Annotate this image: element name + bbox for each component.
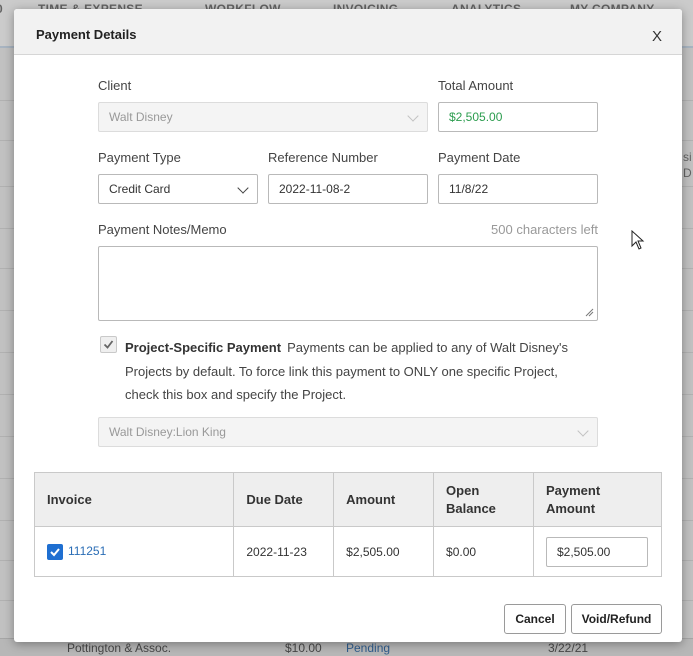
due-date-cell: 2022-11-23 [233,526,335,577]
payment-date-label: Payment Date [438,150,521,165]
column-header-payment-amount: Payment Amount [532,472,663,527]
project-specific-title: Project-Specific Payment [125,340,282,355]
void-refund-button[interactable]: Void/Refund [571,604,662,634]
check-icon [50,547,60,556]
table-header-row: Invoice Due Date Amount Open Balance Pay… [33,472,663,527]
modal-title: Payment Details [36,27,137,42]
total-amount-label: Total Amount [438,78,514,93]
modal-header: Payment Details X [14,9,682,55]
total-amount-field[interactable]: $2,505.00 [438,102,598,132]
chars-left-counter: 500 characters left [491,222,598,237]
mouse-cursor-icon [631,230,645,250]
payment-amount-header-text: Payment Amount [545,482,601,516]
total-amount-value: $2,505.00 [449,110,503,124]
column-header-due-date: Due Date [233,472,335,527]
column-header-amount: Amount [333,472,435,527]
payment-date-field[interactable]: 11/8/22 [438,174,598,204]
amount-cell: $2,505.00 [333,526,435,577]
reference-number-value: 2022-11-08-2 [279,182,351,196]
close-icon[interactable]: X [652,29,662,44]
invoice-link[interactable]: 111251 [68,544,106,558]
project-value: Walt Disney:Lion King [109,425,226,439]
client-select[interactable]: Walt Disney [98,102,428,132]
payment-type-value: Credit Card [109,182,171,196]
payment-date-value: 11/8/22 [449,182,489,196]
resize-grip-icon[interactable] [585,308,594,317]
client-value: Walt Disney [109,110,173,124]
chevron-down-icon [577,425,589,437]
column-header-open-balance: Open Balance [433,472,534,527]
project-select[interactable]: Walt Disney:Lion King [98,417,598,447]
payment-type-label: Payment Type [98,150,181,165]
open-balance-header-text: Open Balance [446,482,496,516]
reference-number-label: Reference Number [268,150,378,165]
invoice-table: Invoice Due Date Amount Open Balance Pay… [33,472,663,577]
check-icon [103,340,114,349]
open-balance-cell: $0.00 [433,526,534,577]
cancel-button[interactable]: Cancel [504,604,566,634]
memo-textarea[interactable] [98,246,598,321]
client-label: Client [98,78,132,93]
project-specific-checkbox[interactable] [100,336,117,353]
payment-details-modal: Payment Details X Client Walt Disney Tot… [14,9,682,642]
table-row: 111251 2022-11-23 $2,505.00 $0.00 $2,505… [33,526,663,577]
invoice-row-checkbox[interactable] [47,543,63,560]
payment-amount-input[interactable]: $2,505.00 [545,536,648,567]
column-header-invoice: Invoice [33,472,235,527]
chevron-down-icon [237,182,249,194]
project-specific-text: Project-Specific Payment Payments can be … [125,336,595,407]
invoice-cell: 111251 [33,526,235,577]
payment-amount-value: $2,505.00 [556,544,611,559]
payment-type-select[interactable]: Credit Card [98,174,258,204]
chevron-down-icon [407,110,419,122]
memo-label: Payment Notes/Memo [98,222,227,237]
payment-amount-cell: $2,505.00 [532,526,663,577]
reference-number-field[interactable]: 2022-11-08-2 [268,174,428,204]
